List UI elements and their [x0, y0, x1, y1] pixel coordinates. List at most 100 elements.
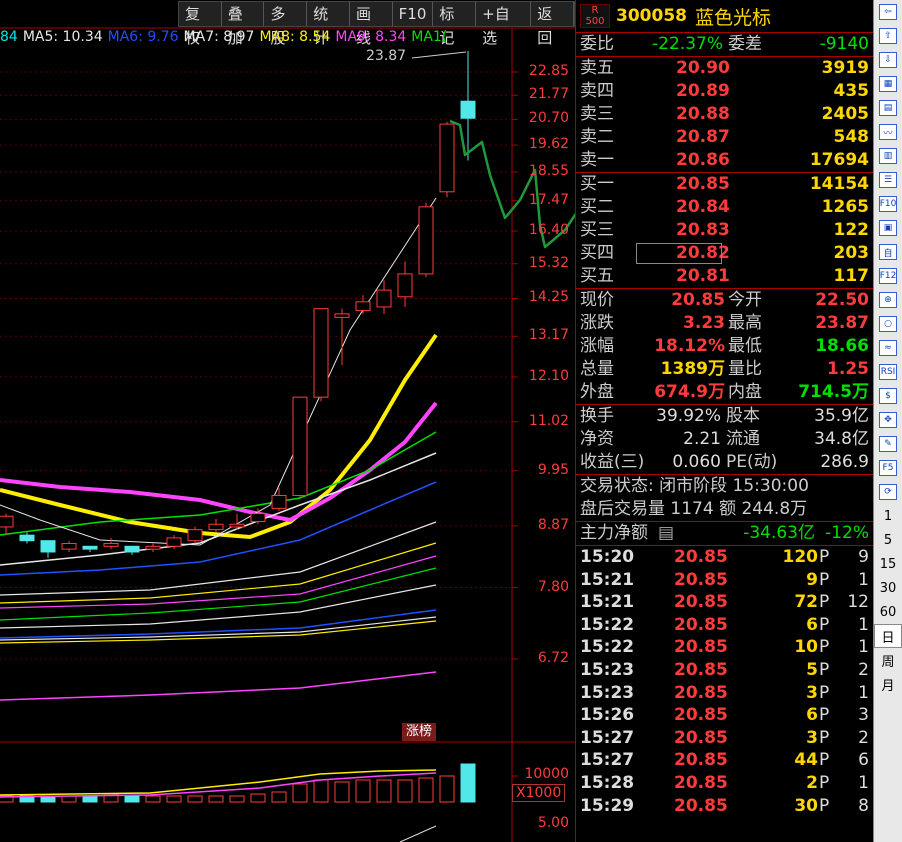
candle-body	[271, 494, 287, 509]
stat-value: 20.85	[671, 290, 725, 310]
f5-icon[interactable]: F5	[874, 456, 902, 480]
grid-icon[interactable]: ▤	[874, 96, 902, 120]
bid-row[interactable]: 买一 20.85 14154	[576, 173, 873, 196]
circle-icon[interactable]: ○	[874, 312, 902, 336]
volume-bar	[334, 781, 350, 803]
volume-unit-label: X1000	[512, 784, 566, 802]
ask-book: 卖五 20.90 3919 卖四 20.89 435 卖三 20.88 2405 卖二 20.87 5…	[576, 57, 873, 172]
stat-row: 现价 20.85 今开 22.50	[580, 290, 869, 310]
price-axis-label: 15.32	[528, 254, 569, 271]
rsi-icon[interactable]: RSI	[874, 360, 902, 384]
dollar-icon[interactable]: $	[874, 384, 902, 408]
tick-row: 15:21 20.85 9 P 1	[580, 569, 869, 590]
toolbar-button[interactable]: 复权	[179, 2, 222, 47]
pencil-icon[interactable]: ✎	[874, 432, 902, 456]
bid-row[interactable]: 买五 20.81 117	[576, 265, 873, 288]
stat-value: 23.87	[815, 313, 869, 333]
price-axis-label: 7.80	[537, 578, 569, 595]
f10-icon[interactable]: F10	[874, 192, 902, 216]
stock-name: 蓝色光标	[694, 6, 771, 29]
candle-body	[397, 273, 413, 298]
order-volume: 3919	[821, 58, 869, 78]
stat-row: 外盘 674.9万 内盘 714.5万	[580, 382, 869, 402]
document-icon[interactable]: ▣	[874, 216, 902, 240]
order-volume: 203	[833, 243, 870, 263]
refresh-icon[interactable]: ⟳	[874, 480, 902, 504]
order-volume: 435	[833, 81, 870, 101]
bid-row[interactable]: 买三 20.83 122	[576, 219, 873, 242]
bid-row[interactable]: 买二 20.84 1265	[576, 196, 873, 219]
period-button[interactable]: 周	[874, 648, 902, 672]
quote-header: R 500 300058 蓝色光标	[576, 0, 873, 33]
price-axis-label: 20.70	[528, 110, 569, 127]
limit-up-badge[interactable]: 涨榜	[402, 723, 437, 741]
fund-value: 2.21	[683, 429, 721, 449]
volume-bar	[418, 777, 434, 803]
period-button[interactable]: 月	[874, 672, 902, 696]
line-chart-icon[interactable]: 〰	[874, 120, 902, 144]
toolbar-button[interactable]: 多股	[264, 2, 308, 47]
period-button[interactable]: 5	[874, 528, 902, 552]
list-icon[interactable]: ☰	[874, 168, 902, 192]
analysis-icon[interactable]: ⊕	[874, 288, 902, 312]
arrow-up-icon[interactable]: ⇧	[874, 24, 902, 48]
ask-row[interactable]: 卖二 20.87 548	[576, 126, 873, 149]
moving-average-line	[0, 431, 437, 536]
volume-bar	[439, 775, 455, 803]
tick-row: 15:27 20.85 3 P 2	[580, 727, 869, 748]
wave-icon[interactable]: ≈	[874, 336, 902, 360]
kline-icon[interactable]: ▥	[874, 144, 902, 168]
volume-bar	[292, 783, 308, 803]
tick-row: 15:20 20.85 120 P 9	[580, 547, 869, 567]
tick-row: 15:29 20.85 30 P 8	[580, 795, 869, 816]
candle-body	[376, 289, 392, 308]
ask-row[interactable]: 卖一 20.86 17694	[576, 149, 873, 172]
bid-row[interactable]: 买四 20.82 203	[576, 242, 873, 265]
candle-body	[292, 396, 308, 496]
moving-average-line	[0, 542, 437, 604]
stat-value: 18.12%	[654, 336, 725, 356]
fund-value: 34.8亿	[814, 429, 869, 449]
ma-legend: 84 MA5: 10.34 MA6: 9.76 MA7: 8.97 MA8: 8.54 M…	[0, 29, 452, 47]
move-icon[interactable]: ✥	[874, 408, 902, 432]
toolbar-button[interactable]: 画线	[350, 2, 393, 47]
arrow-left-icon[interactable]: ⇦	[874, 0, 902, 24]
kline-chart-svg[interactable]	[0, 0, 575, 842]
tick-row: 15:22 20.85 10 P 1	[580, 637, 869, 658]
toolbar-button[interactable]: 叠加	[222, 2, 265, 47]
weicha-value: -9140	[819, 34, 869, 54]
bid-book: 买一 20.85 14154 买二 20.84 1265 买三 20.83 122 买四 20.82…	[576, 173, 873, 288]
toolbar-button[interactable]: 标记	[433, 2, 477, 47]
toolbar-button[interactable]: 统计	[307, 2, 350, 47]
ask-row[interactable]: 卖五 20.90 3919	[576, 57, 873, 80]
toolbar-button[interactable]: F10	[393, 2, 434, 26]
f10-icon: F10	[879, 196, 897, 212]
candle-body	[229, 523, 245, 528]
toolbar-button[interactable]: +自选	[476, 2, 532, 47]
f12-icon[interactable]: F12	[874, 264, 902, 288]
period-button[interactable]: 60	[874, 600, 902, 624]
candle-body	[418, 206, 434, 275]
main-net-row[interactable]: 主力净额 ▤ -34.63亿 -12%	[576, 522, 873, 545]
menu-icon[interactable]: ▤	[658, 522, 674, 545]
period-button[interactable]: 30	[874, 576, 902, 600]
arrow-down-icon[interactable]: ⇩	[874, 48, 902, 72]
price-axis-label: 14.25	[528, 289, 569, 306]
price-axis-label: 16.40	[528, 222, 569, 239]
kline-chart-area[interactable]: 复权 叠加 多股 统计 画线 F10 标记 +自选 返回 84 MA5: 10.34 MA6: 9.…	[0, 0, 575, 842]
self-select-icon[interactable]: 自	[874, 240, 902, 264]
period-button[interactable]: 1	[874, 504, 902, 528]
ask-row[interactable]: 卖四 20.89 435	[576, 80, 873, 103]
self-select-icon: 自	[879, 244, 897, 260]
tick-list[interactable]: 15:20 20.85 120 P 9 15:21 20.85 9 P 1 15:21 20.85 72…	[576, 546, 873, 817]
weibi-row: 委比 -22.37% 委差 -9140	[580, 34, 869, 54]
period-button[interactable]: 日	[874, 624, 902, 648]
ask-row[interactable]: 卖三 20.88 2405	[576, 103, 873, 126]
ma-legend-item: MA9: 8.34	[335, 29, 407, 45]
period-button[interactable]: 15	[874, 552, 902, 576]
fund-row: 收益(三) 0.060 PE(动) 286.9	[580, 452, 869, 472]
price-axis-label: 8.87	[537, 516, 569, 533]
calendar-icon[interactable]: ▦	[874, 72, 902, 96]
calendar-icon: ▦	[879, 76, 897, 92]
toolbar-button[interactable]: 返回	[531, 2, 575, 47]
